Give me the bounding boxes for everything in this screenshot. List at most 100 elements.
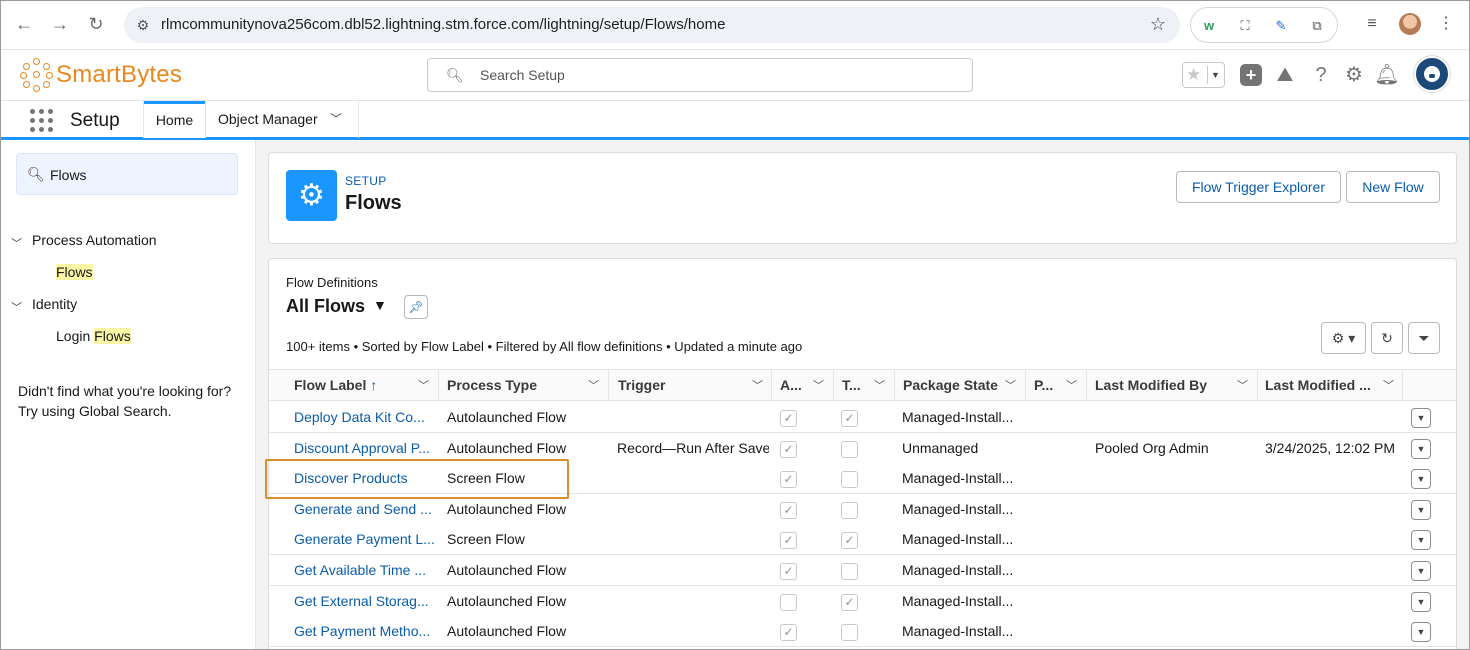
package-state-cell: Unmanaged xyxy=(902,440,979,456)
favorites-star-icon[interactable]: ★ xyxy=(1186,65,1201,85)
process-automation-chevron-down-icon[interactable]: ﹀ xyxy=(11,235,22,251)
row-actions-dropdown-icon[interactable]: ▼ xyxy=(1411,561,1431,581)
column-header-last-modified[interactable]: Last Modified ... xyxy=(1265,369,1371,401)
flow-label-link[interactable]: Deploy Data Kit Co... xyxy=(294,409,434,425)
tab-home[interactable]: Home xyxy=(144,101,205,138)
row-actions-dropdown-icon[interactable]: ▼ xyxy=(1411,439,1431,459)
forward-arrow-icon[interactable]: → xyxy=(48,12,72,36)
chevron-down-icon[interactable]: ﹀ xyxy=(1237,377,1248,393)
browser-menu-icon[interactable]: ⋮ xyxy=(1434,12,1458,36)
chevron-down-icon[interactable]: ﹀ xyxy=(874,377,885,393)
notes-extension-icon[interactable]: ✎ xyxy=(1271,16,1291,36)
column-header-active[interactable]: A... xyxy=(780,369,802,401)
company-logo[interactable]: SmartBytes xyxy=(20,56,182,94)
browser-profile-avatar[interactable] xyxy=(1399,13,1421,35)
active-checkbox xyxy=(780,594,797,611)
app-launcher-waffle-icon[interactable] xyxy=(30,109,54,133)
identity-chevron-down-icon[interactable]: ﹀ xyxy=(11,299,22,315)
column-header-package-state[interactable]: Package State xyxy=(903,369,998,401)
user-avatar[interactable] xyxy=(1414,56,1450,92)
list-view-picker-caret-icon[interactable]: ▼ xyxy=(373,297,387,313)
chevron-down-icon[interactable]: ﹀ xyxy=(813,377,824,393)
flow-label-link[interactable]: Get Available Time ... xyxy=(294,562,434,578)
row-actions-dropdown-icon[interactable]: ▼ xyxy=(1411,622,1431,642)
list-view-meta: 100+ items • Sorted by Flow Label • Filt… xyxy=(286,339,803,354)
row-actions-dropdown-icon[interactable]: ▼ xyxy=(1411,592,1431,612)
quick-find-box[interactable]: 🔍︎ xyxy=(16,153,238,195)
flow-label-link[interactable]: Discount Approval P... xyxy=(294,440,434,456)
process-type-cell: Autolaunched Flow xyxy=(447,593,567,609)
search-icon: 🔍︎ xyxy=(446,67,464,83)
global-search-input[interactable] xyxy=(480,65,960,85)
chevron-down-icon[interactable]: ﹀ xyxy=(588,377,599,393)
chevron-down-icon[interactable]: ﹀ xyxy=(1005,377,1016,393)
filter-funnel-icon[interactable]: ⏷ xyxy=(1408,322,1440,354)
sidebar-item-flows[interactable]: Flows xyxy=(56,264,93,280)
site-info-icon[interactable]: ⚙ xyxy=(134,16,152,34)
template-checkbox: ✓ xyxy=(841,410,858,427)
object-manager-chevron-down-icon[interactable]: ﹀ xyxy=(330,101,342,138)
package-state-cell: Managed-Install... xyxy=(902,531,1014,547)
address-bar[interactable]: ⚙ rlmcommunitynova256com.dbl52.lightning… xyxy=(124,7,1180,43)
process-type-cell: Autolaunched Flow xyxy=(447,440,567,456)
column-header-process-type[interactable]: Process Type xyxy=(447,369,537,401)
trigger-cell: Record—Run After Save xyxy=(617,440,769,456)
chevron-down-icon[interactable]: ﹀ xyxy=(752,377,763,393)
flow-label-link[interactable]: Generate Payment L... xyxy=(294,531,434,547)
global-search-box[interactable]: 🔍︎ xyxy=(427,58,973,92)
process-type-cell: Autolaunched Flow xyxy=(447,562,567,578)
refresh-icon[interactable]: ↻ xyxy=(1371,322,1403,354)
flow-trigger-explorer-button[interactable]: Flow Trigger Explorer xyxy=(1176,171,1341,203)
bookmark-star-icon[interactable]: ☆ xyxy=(1150,14,1166,35)
chevron-down-icon[interactable]: ﹀ xyxy=(1066,377,1077,393)
active-checkbox: ✓ xyxy=(780,471,797,488)
sidebar-item-login-flows[interactable]: Login Flows xyxy=(56,328,131,344)
search-match-highlight: Flows xyxy=(94,328,131,344)
pin-list-view-icon[interactable]: 📌︎ xyxy=(404,295,428,319)
trailhead-icon[interactable]: ⛰ xyxy=(1272,62,1298,88)
list-view-controls-gear-icon[interactable]: ⚙ ▾ xyxy=(1321,322,1366,354)
package-state-cell: Managed-Install... xyxy=(902,593,1014,609)
global-actions-plus-icon[interactable]: + xyxy=(1240,64,1262,86)
sidebar-section-process-automation[interactable]: Process Automation xyxy=(32,232,157,248)
package-state-cell: Managed-Install... xyxy=(902,501,1014,517)
w-extension-icon[interactable]: w xyxy=(1199,16,1219,36)
row-actions-dropdown-icon[interactable]: ▼ xyxy=(1411,469,1431,489)
quick-find-input[interactable] xyxy=(50,165,230,185)
template-checkbox xyxy=(841,441,858,458)
setup-gear-icon[interactable]: ⚙ xyxy=(1341,62,1367,88)
search-icon: 🔍︎ xyxy=(27,166,45,182)
reload-icon[interactable]: ↻ xyxy=(84,12,108,36)
row-actions-dropdown-icon[interactable]: ▼ xyxy=(1411,530,1431,550)
row-actions-dropdown-icon[interactable]: ▼ xyxy=(1411,500,1431,520)
flow-label-link[interactable]: Get External Storag... xyxy=(294,593,434,609)
flow-label-link[interactable]: Generate and Send ... xyxy=(294,501,434,517)
puzzle-extensions-icon[interactable]: ⧉ xyxy=(1307,16,1327,36)
new-flow-button[interactable]: New Flow xyxy=(1346,171,1440,203)
chevron-down-icon[interactable]: ﹀ xyxy=(418,377,429,393)
url-text[interactable]: rlmcommunitynova256com.dbl52.lightning.s… xyxy=(161,16,725,33)
browser-toolbar: ← → ↻ ⚙ rlmcommunitynova256com.dbl52.lig… xyxy=(0,0,1470,50)
column-header-trigger[interactable]: Trigger xyxy=(618,369,665,401)
column-header-p[interactable]: P... xyxy=(1034,369,1053,401)
help-icon[interactable]: ? xyxy=(1308,62,1334,88)
context-nav-bar: Setup Home Object Manager ﹀ xyxy=(0,100,1470,140)
active-checkbox: ✓ xyxy=(780,441,797,458)
reading-list-icon[interactable]: ≡ xyxy=(1360,12,1384,36)
flow-label-link[interactable]: Get Payment Metho... xyxy=(294,623,434,639)
column-header-last-modified-by[interactable]: Last Modified By xyxy=(1095,369,1207,401)
extensions-group: w ⛶ ✎ ⧉ xyxy=(1190,7,1338,43)
template-checkbox: ✓ xyxy=(841,594,858,611)
notifications-bell-icon[interactable]: 🔔︎ xyxy=(1374,62,1400,88)
column-header-flow-label[interactable]: Flow Label ↑ xyxy=(294,369,377,401)
row-actions-dropdown-icon[interactable]: ▼ xyxy=(1411,408,1431,428)
list-view-title[interactable]: All Flows xyxy=(286,296,365,317)
sidebar-section-identity[interactable]: Identity xyxy=(32,296,77,312)
favorites-dropdown-icon[interactable]: ▼ xyxy=(1207,66,1223,84)
screenshot-extension-icon[interactable]: ⛶ xyxy=(1235,16,1255,36)
column-header-template[interactable]: T... xyxy=(842,369,861,401)
tab-object-manager[interactable]: Object Manager xyxy=(218,101,318,138)
chevron-down-icon[interactable]: ﹀ xyxy=(1383,377,1394,393)
package-state-cell: Managed-Install... xyxy=(902,623,1014,639)
back-arrow-icon[interactable]: ← xyxy=(12,12,36,36)
